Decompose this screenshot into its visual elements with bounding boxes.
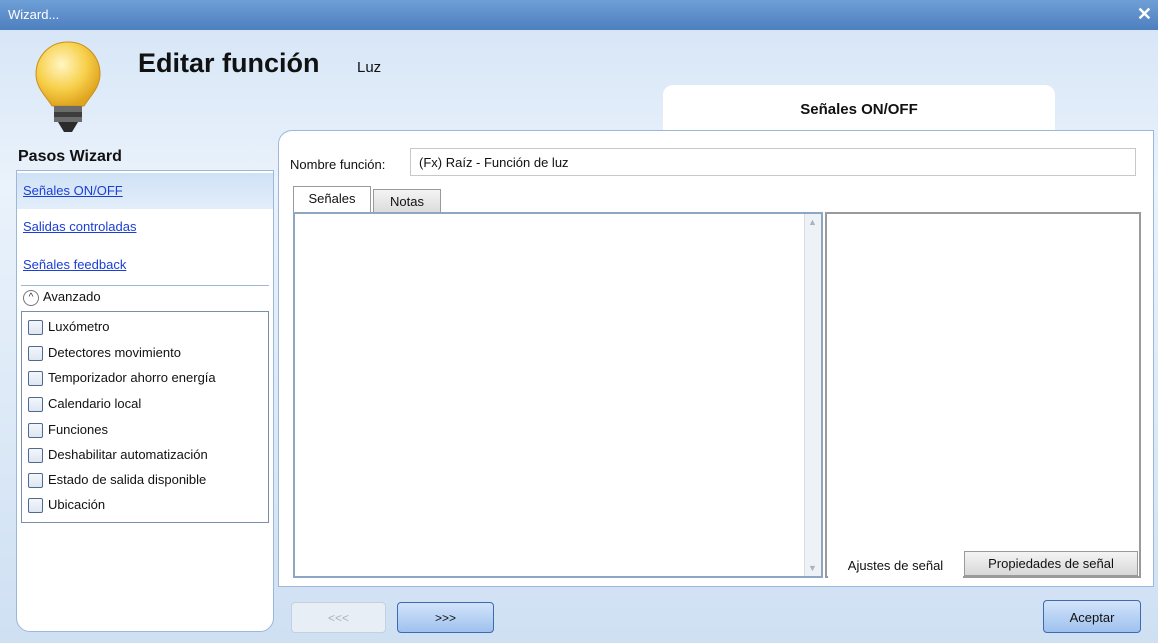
option-label: Funciones [48,422,108,437]
checkbox[interactable] [28,346,43,361]
vertical-scrollbar[interactable]: ▲ ▼ [804,214,821,576]
function-name-field[interactable]: (Fx) Raíz - Función de luz [410,148,1136,176]
option-luxometro[interactable]: Luxómetro [26,315,264,339]
tab-propiedades-de-senal[interactable]: Propiedades de señal [964,551,1138,576]
option-funciones[interactable]: Funciones [26,418,264,442]
chevron-up-icon[interactable]: ^ [23,290,39,306]
step-senales-feedback[interactable]: Señales feedback [17,247,273,283]
option-label: Estado de salida disponible [48,472,207,487]
option-ubicacion[interactable]: Ubicación [26,493,264,517]
signal-settings-pane [825,212,1141,578]
scroll-up-icon[interactable]: ▲ [808,217,817,227]
option-temporizador[interactable]: Temporizador ahorro energía [26,366,264,390]
tab-notas[interactable]: Notas [373,189,441,213]
checkbox[interactable] [28,397,43,412]
checkbox[interactable] [28,448,43,463]
option-label: Luxómetro [48,319,110,334]
tab-ajustes-de-senal[interactable]: Ajustes de señal [828,553,963,579]
scroll-down-icon[interactable]: ▼ [808,563,817,573]
accept-button[interactable]: Aceptar [1043,600,1141,633]
function-name-label: Nombre función: [290,157,386,172]
option-label: Deshabilitar automatización [48,447,208,462]
advanced-toggle[interactable]: ^ Avanzado [21,285,269,308]
checkbox[interactable] [28,320,43,335]
signals-list[interactable]: ▲ ▼ [293,212,823,578]
step-senales-on-off[interactable]: Señales ON/OFF [17,173,273,209]
current-step-tab: Señales ON/OFF [663,85,1055,133]
option-estado-salida[interactable]: Estado de salida disponible [26,468,264,492]
title-bar: Wizard... ✕ [0,0,1158,30]
option-label: Ubicación [48,497,106,512]
window-title: Wizard... [8,7,60,22]
function-type: Luz [357,59,382,76]
next-button[interactable]: >>> [397,602,494,633]
option-deshabilitar-automatizacion[interactable]: Deshabilitar automatización [26,443,264,467]
checkbox[interactable] [28,371,43,386]
advanced-label: Avanzado [43,289,101,304]
step-salidas-controladas[interactable]: Salidas controladas [17,209,273,245]
checkbox[interactable] [28,498,43,513]
option-calendario-local[interactable]: Calendario local [26,392,264,416]
wizard-steps-heading: Pasos Wizard [18,148,122,165]
option-detectores-movimiento[interactable]: Detectores movimiento [26,341,264,365]
checkbox[interactable] [28,423,43,438]
advanced-options-list: Luxómetro Detectores movimiento Temporiz… [21,311,269,523]
wizard-steps-panel: Señales ON/OFF Salidas controladas Señal… [16,170,274,632]
page-title: Editar función [138,48,320,78]
tab-senales[interactable]: Señales [293,186,371,213]
option-label: Temporizador ahorro energía [48,370,216,385]
option-label: Detectores movimiento [48,345,181,360]
option-label: Calendario local [48,396,142,411]
previous-button[interactable]: <<< [291,602,386,633]
light-bulb-icon [35,41,101,132]
checkbox[interactable] [28,473,43,488]
close-icon[interactable]: ✕ [1137,4,1152,25]
